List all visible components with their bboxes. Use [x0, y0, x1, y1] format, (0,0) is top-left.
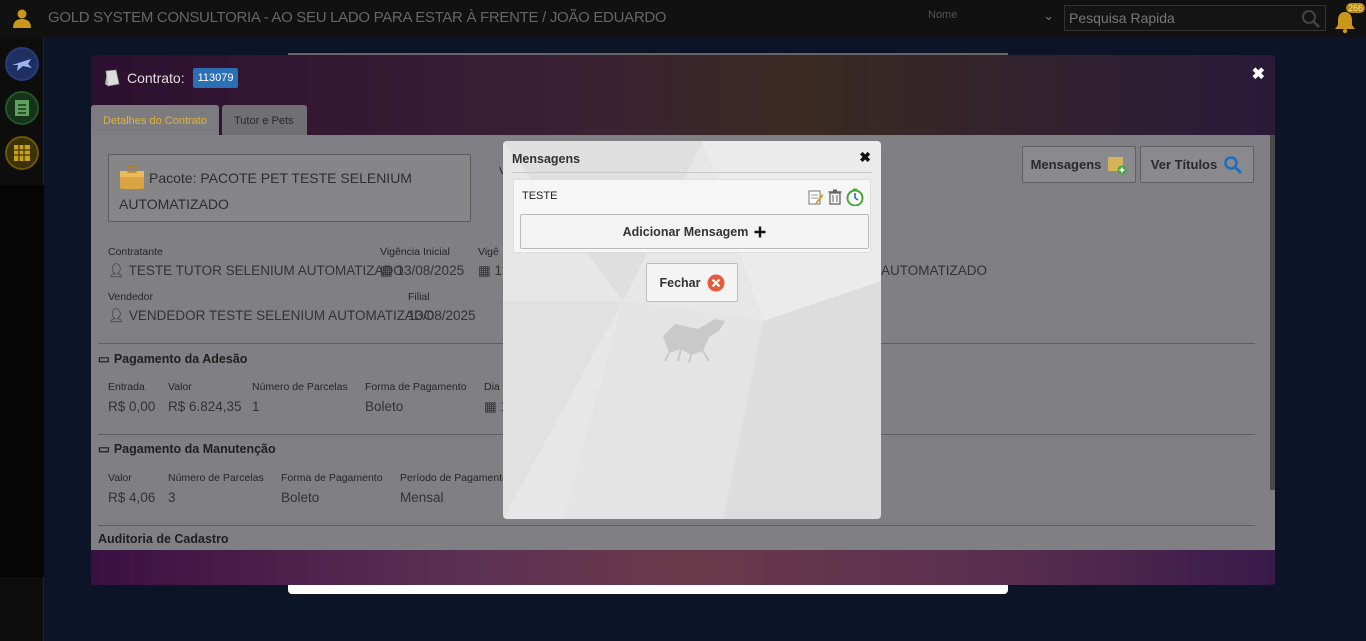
calendar-icon: ▦	[380, 263, 397, 278]
quick-search-input[interactable]	[1069, 9, 1299, 27]
manutencao-forma-label: Forma de Pagamento	[281, 472, 383, 484]
mensagens-button[interactable]: Mensagens	[1022, 146, 1136, 183]
search-field-select-value: Nome	[928, 9, 958, 21]
trash-icon[interactable]	[828, 189, 842, 205]
message-actions	[808, 188, 864, 206]
divider	[98, 525, 1255, 526]
adesao-dia-label: Dia	[484, 381, 500, 393]
user-icon: 👤︎	[108, 308, 129, 323]
contract-modal-title: Contrato: 113079	[103, 68, 239, 88]
document-icon	[105, 69, 120, 87]
rail-button-calendar[interactable]	[5, 136, 39, 170]
notification-count-badge: 266	[1346, 3, 1366, 13]
manutencao-valor-label: Valor	[108, 472, 132, 484]
scrollbar[interactable]	[1270, 135, 1275, 490]
auditoria-section-title: Auditoria de Cadastro	[98, 532, 229, 546]
adesao-forma-label: Forma de Pagamento	[365, 381, 467, 393]
add-message-button[interactable]: Adicionar Mensagem	[520, 214, 869, 249]
manutencao-parcelas-value: 3	[168, 490, 176, 505]
vigencia-final-label: Vigê	[478, 246, 499, 258]
top-bar: GOLD SYSTEM CONSULTORIA - AO SEU LADO PA…	[0, 0, 1366, 37]
add-note-icon	[1108, 156, 1127, 174]
document-icon	[15, 100, 29, 116]
vendedor-label: Vendedor	[108, 291, 153, 303]
mensagens-modal: Mensagens ✖ TESTE Adicionar Mensagem Fec…	[503, 141, 881, 519]
edit-icon[interactable]	[808, 189, 824, 205]
adesao-parcelas-label: Número de Parcelas	[252, 381, 348, 393]
quick-search[interactable]	[1064, 5, 1326, 31]
mensagens-button-label: Mensagens	[1030, 157, 1102, 172]
filial-label: Filial	[408, 291, 430, 303]
manutencao-parcelas-label: Número de Parcelas	[168, 472, 264, 484]
notifications-button[interactable]: 266	[1334, 3, 1366, 34]
rail-button-list[interactable]	[5, 91, 39, 125]
plane-icon	[12, 59, 32, 71]
user-icon[interactable]	[12, 8, 32, 28]
calendar-icon: ▦	[484, 399, 501, 414]
manutencao-periodo-value: Mensal	[400, 490, 444, 505]
manutencao-section-title: ▭ Pagamento da Manutenção	[98, 441, 276, 457]
app-title: GOLD SYSTEM CONSULTORIA - AO SEU LADO PA…	[48, 9, 667, 26]
vendedor-value: 👤︎ VENDEDOR TESTE SELENIUM AUTOMATIZADO	[108, 308, 435, 323]
rail-background	[0, 185, 44, 577]
message-text: TESTE	[522, 190, 558, 202]
plus-icon	[754, 226, 766, 237]
ver-titulos-button[interactable]: Ver Títulos	[1140, 146, 1254, 183]
credit-card-icon: ▭	[98, 442, 110, 456]
contratante-value: 👤︎ TESTE TUTOR SELENIUM AUTOMATIZADO	[108, 263, 404, 278]
manutencao-periodo-label: Período de Pagamento	[400, 472, 508, 484]
credit-card-icon: ▭	[98, 352, 110, 366]
divider	[512, 172, 872, 173]
fechar-button[interactable]: Fechar	[646, 263, 738, 302]
tab-detalhes-do-contrato[interactable]: Detalhes do Contrato	[91, 105, 219, 135]
manutencao-valor-value: R$ 4,06	[108, 490, 156, 505]
adesao-section-title: ▭ Pagamento da Adesão	[98, 351, 248, 367]
close-icon[interactable]: ✖	[1252, 64, 1265, 84]
rail-button-plane[interactable]	[5, 47, 39, 81]
adesao-valor-value: R$ 6.824,35	[168, 399, 242, 414]
entrada-label: Entrada	[108, 381, 145, 393]
entrada-value: R$ 0,00	[108, 399, 156, 414]
calendar-grid-icon	[14, 145, 30, 161]
close-icon[interactable]: ✖	[859, 149, 871, 166]
manutencao-forma-value: Boleto	[281, 490, 320, 505]
contratante-label: Contratante	[108, 246, 163, 258]
search-icon[interactable]	[1301, 9, 1321, 29]
pacote-text: Pacote: PACOTE PET TESTE SELENIUM AUTOMA…	[119, 170, 412, 212]
vigencia-inicial-value: ▦ 13/08/2025	[380, 263, 465, 278]
user-icon: 👤︎	[108, 263, 129, 278]
close-circle-icon	[707, 274, 724, 291]
adesao-parcelas-value: 1	[252, 399, 260, 414]
vigencia-inicial-label: Vigência Inicial	[380, 246, 450, 258]
bell-icon	[1335, 12, 1355, 34]
contract-modal-footer	[91, 550, 1275, 585]
contract-title-label: Contrato:	[127, 70, 185, 86]
right-partial-value: AUTOMATIZADO	[881, 263, 988, 278]
filial-value: 13/08/2025	[408, 308, 476, 323]
mensagens-modal-title: Mensagens	[512, 152, 581, 166]
search-field-select[interactable]: Nome ⌄	[928, 8, 1058, 27]
ver-titulos-button-label: Ver Títulos	[1150, 157, 1218, 172]
message-list: TESTE Adicionar Mensagem	[513, 179, 871, 253]
tab-tutor-e-pets[interactable]: Tutor e Pets	[222, 105, 307, 135]
calendar-icon: ▦	[478, 263, 495, 278]
adesao-forma-value: Boleto	[365, 399, 404, 414]
left-rail	[0, 37, 44, 641]
search-icon	[1224, 155, 1243, 174]
contract-number-badge: 113079	[192, 68, 239, 88]
timer-icon[interactable]	[846, 188, 864, 206]
adesao-valor-label: Valor	[168, 381, 192, 393]
pacote-box: Pacote: PACOTE PET TESTE SELENIUM AUTOMA…	[108, 154, 471, 222]
chevron-down-icon: ⌄	[1043, 8, 1054, 23]
fechar-button-label: Fechar	[659, 275, 701, 290]
add-message-button-label: Adicionar Mensagem	[622, 224, 749, 239]
